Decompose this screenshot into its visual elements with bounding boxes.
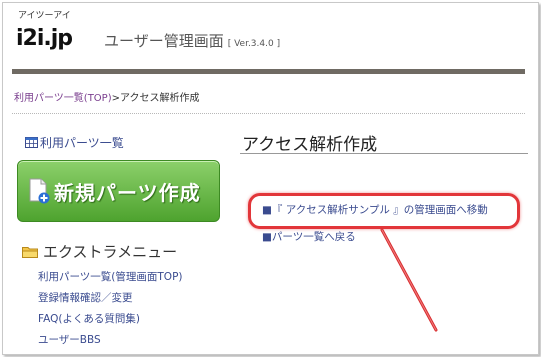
annotation-arrow <box>380 228 438 332</box>
